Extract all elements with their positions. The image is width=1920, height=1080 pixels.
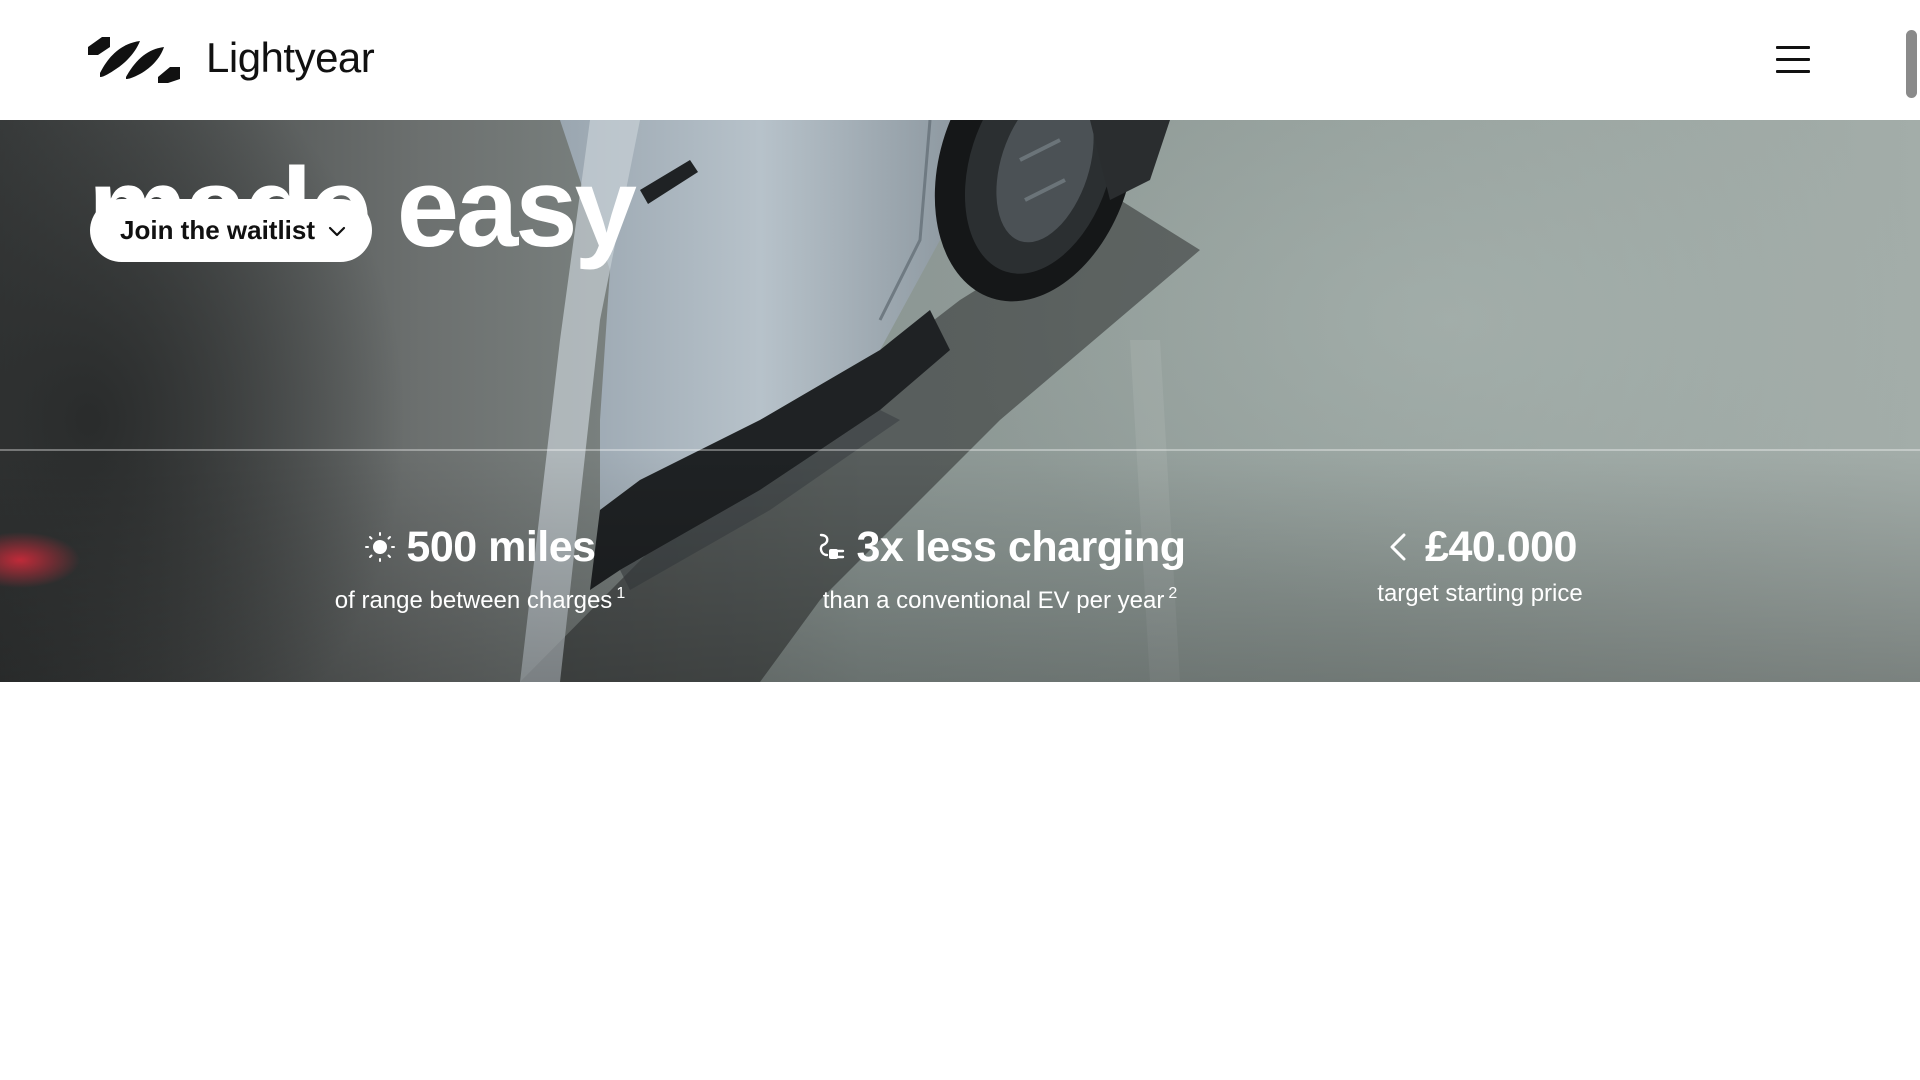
- join-waitlist-label: Join the waitlist: [120, 215, 316, 245]
- menu-line: [1776, 58, 1810, 61]
- chevron-down-icon: [328, 226, 346, 236]
- stat-price-caption: target starting price: [1330, 574, 1630, 614]
- hero-divider: [0, 449, 1920, 451]
- hamburger-menu-icon[interactable]: [1772, 40, 1812, 80]
- stat-range-caption: of range between charges 1: [320, 574, 640, 621]
- hero-section: made easy Join the waitlist: [0, 120, 1920, 682]
- footnote-1-link[interactable]: 1: [616, 585, 625, 602]
- stat-price-head: £40.000: [1330, 522, 1630, 572]
- site-header: Lightyear: [0, 0, 1920, 120]
- stat-range-head: 500 miles: [320, 522, 640, 572]
- stat-charging-caption: than a conventional EV per year 2: [800, 574, 1200, 621]
- stat-charging-value: 3x less charging: [856, 523, 1187, 571]
- stat-price-value: £40.000: [1425, 523, 1577, 571]
- page-content-area: [0, 682, 1920, 1080]
- stat-range-value: 500 miles: [406, 523, 596, 571]
- stat-price-caption-text: target starting price: [1377, 580, 1583, 607]
- logo-wordmark: Lightyear: [206, 34, 375, 81]
- plug-icon: [819, 533, 844, 559]
- stat-range: 500 miles of range between charges 1: [320, 522, 640, 621]
- stat-price: £40.000 target starting price: [1330, 522, 1630, 614]
- scrollbar-thumb[interactable]: [1906, 30, 1917, 98]
- stat-charging: 3x less charging than a conventional EV …: [800, 522, 1200, 621]
- menu-line: [1776, 70, 1810, 73]
- stat-charging-head: 3x less charging: [800, 522, 1200, 572]
- sun-icon: [365, 532, 396, 562]
- stat-range-caption-text: of range between charges: [334, 587, 613, 614]
- join-waitlist-button[interactable]: Join the waitlist: [90, 199, 372, 262]
- stat-charging-caption-text: than a conventional EV per year: [822, 587, 1165, 614]
- chevron-left-icon: [1390, 533, 1406, 561]
- footnote-2-link[interactable]: 2: [1168, 585, 1177, 602]
- lightyear-logo-icon: [88, 37, 180, 83]
- menu-line: [1776, 46, 1810, 49]
